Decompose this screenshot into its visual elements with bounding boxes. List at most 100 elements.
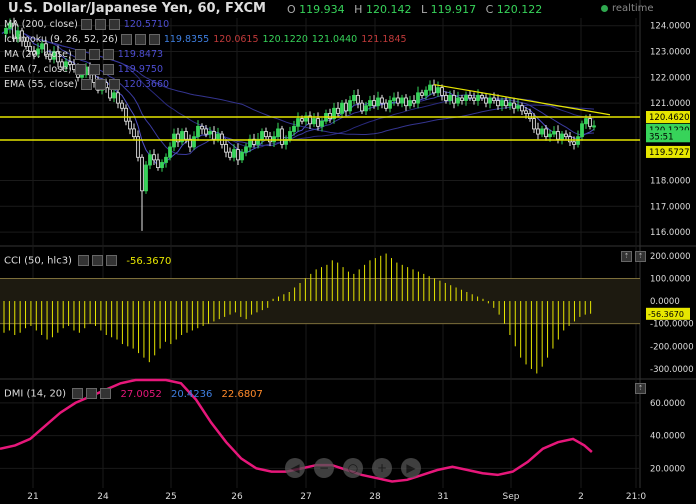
indicator-value: 120.5710 — [123, 19, 170, 30]
time-tick-label: 21:0 — [626, 492, 646, 502]
candle — [368, 100, 372, 107]
candle — [352, 94, 356, 101]
settings-icon[interactable] — [80, 19, 92, 30]
candle — [464, 94, 468, 101]
settings-icon[interactable] — [74, 49, 86, 60]
cci-tick-label: 0.0000 — [650, 297, 680, 307]
close-icon[interactable] — [102, 64, 114, 75]
indicator-1[interactable]: Ichimoku (9, 26, 52, 26) 119.8355 120.0615… — [4, 34, 407, 45]
candle — [560, 133, 564, 140]
visibility-icon[interactable] — [86, 388, 98, 399]
price-label: 119.5727 — [649, 148, 690, 158]
visibility-icon[interactable] — [94, 19, 106, 30]
dmi-label[interactable]: DMI (14, 20) 27.0052 20.4236 22.6807 — [4, 388, 263, 400]
cci-tick-label: 100.0000 — [650, 274, 691, 284]
zoom-in-button[interactable]: + — [372, 458, 392, 478]
close-icon[interactable] — [108, 19, 120, 30]
time-tick-label: 25 — [165, 492, 176, 502]
candle — [160, 162, 164, 169]
price-tick-label: 121.0000 — [650, 99, 691, 109]
candle — [228, 151, 232, 158]
candle — [472, 97, 476, 101]
candle — [592, 125, 596, 128]
moving-average-line — [1, 27, 595, 156]
visibility-icon[interactable] — [134, 34, 146, 45]
scroll-left-button[interactable]: ◀ — [285, 458, 305, 478]
ohlc-open-value: 119.934 — [299, 3, 345, 16]
indicator-label: EMA (7, close) — [4, 64, 72, 75]
move-pane-icon[interactable]: ⇡ — [635, 251, 646, 262]
settings-icon[interactable] — [80, 79, 92, 90]
candle — [196, 125, 200, 138]
candle — [200, 125, 204, 130]
candle — [460, 97, 464, 101]
ohlc-high-value: 120.142 — [365, 3, 412, 16]
candle — [388, 100, 392, 109]
candle — [412, 100, 416, 104]
candle — [416, 92, 420, 104]
close-icon[interactable] — [102, 49, 114, 60]
candle — [328, 113, 332, 120]
candle — [80, 74, 84, 78]
dmi-minus-value: 22.6807 — [221, 388, 263, 400]
indicator-value: 121.0440 — [311, 34, 358, 45]
candle — [360, 102, 364, 112]
candle — [512, 102, 516, 109]
indicator-3[interactable]: EMA (7, close) 119.9750 — [4, 64, 163, 75]
indicator-value: 120.1220 — [262, 34, 308, 45]
settings-icon[interactable] — [78, 255, 90, 266]
indicator-0[interactable]: MA (200, close) 120.5710 — [4, 19, 169, 30]
candle — [164, 156, 168, 163]
settings-icon[interactable] — [120, 34, 132, 45]
candle — [580, 123, 584, 138]
candle — [224, 143, 228, 153]
reset-button[interactable]: ○ — [343, 458, 363, 478]
candle — [152, 154, 156, 161]
time-tick-label: 31 — [437, 492, 448, 502]
candle — [540, 128, 544, 135]
visibility-icon[interactable] — [88, 64, 100, 75]
zoom-out-button[interactable]: − — [314, 458, 334, 478]
visibility-icon[interactable] — [94, 79, 106, 90]
settings-icon[interactable] — [72, 388, 84, 399]
candle — [240, 151, 244, 161]
candle — [432, 84, 436, 94]
candle — [348, 100, 352, 112]
indicator-label: MA (20, close) — [4, 49, 72, 60]
close-icon[interactable] — [108, 79, 120, 90]
price-tick-label: 123.0000 — [650, 48, 691, 58]
candle — [372, 100, 376, 107]
candle — [588, 118, 592, 127]
candle — [112, 92, 116, 99]
visibility-icon[interactable] — [92, 255, 104, 266]
candle — [456, 97, 460, 104]
close-icon[interactable] — [100, 388, 112, 399]
time-tick-label: 2 — [578, 492, 584, 502]
ohlc-high-key: H — [354, 3, 363, 16]
candle — [192, 136, 196, 148]
close-icon[interactable] — [148, 34, 160, 45]
price-tick-label: 118.0000 — [650, 177, 691, 187]
time-tick-label: 27 — [300, 492, 311, 502]
scroll-right-button[interactable]: ▶ — [401, 458, 421, 478]
maximize-pane-icon[interactable]: ⇡ — [621, 251, 632, 262]
realtime-indicator: realtime — [601, 3, 654, 14]
candle — [292, 125, 296, 132]
close-icon[interactable] — [106, 255, 118, 266]
move-pane-icon[interactable]: ⇡ — [635, 383, 646, 394]
settings-icon[interactable] — [74, 64, 86, 75]
candle — [504, 100, 508, 107]
candle — [168, 146, 172, 158]
indicator-2[interactable]: MA (20, close) 119.8473 — [4, 49, 163, 60]
candle — [216, 133, 220, 140]
candle — [516, 105, 520, 109]
candle — [536, 128, 540, 135]
price-tick-label: 124.0000 — [650, 22, 691, 32]
price-label: 35:51 — [649, 132, 674, 142]
cci-label[interactable]: CCI (50, hlc3) -56.3670 — [4, 255, 171, 267]
symbol-title: U.S. Dollar/Japanese Yen, 60, FXCM — [8, 1, 266, 16]
indicator-4[interactable]: EMA (55, close) 120.3660 — [4, 79, 169, 90]
candle — [276, 128, 280, 138]
candle — [556, 131, 560, 140]
visibility-icon[interactable] — [88, 49, 100, 60]
